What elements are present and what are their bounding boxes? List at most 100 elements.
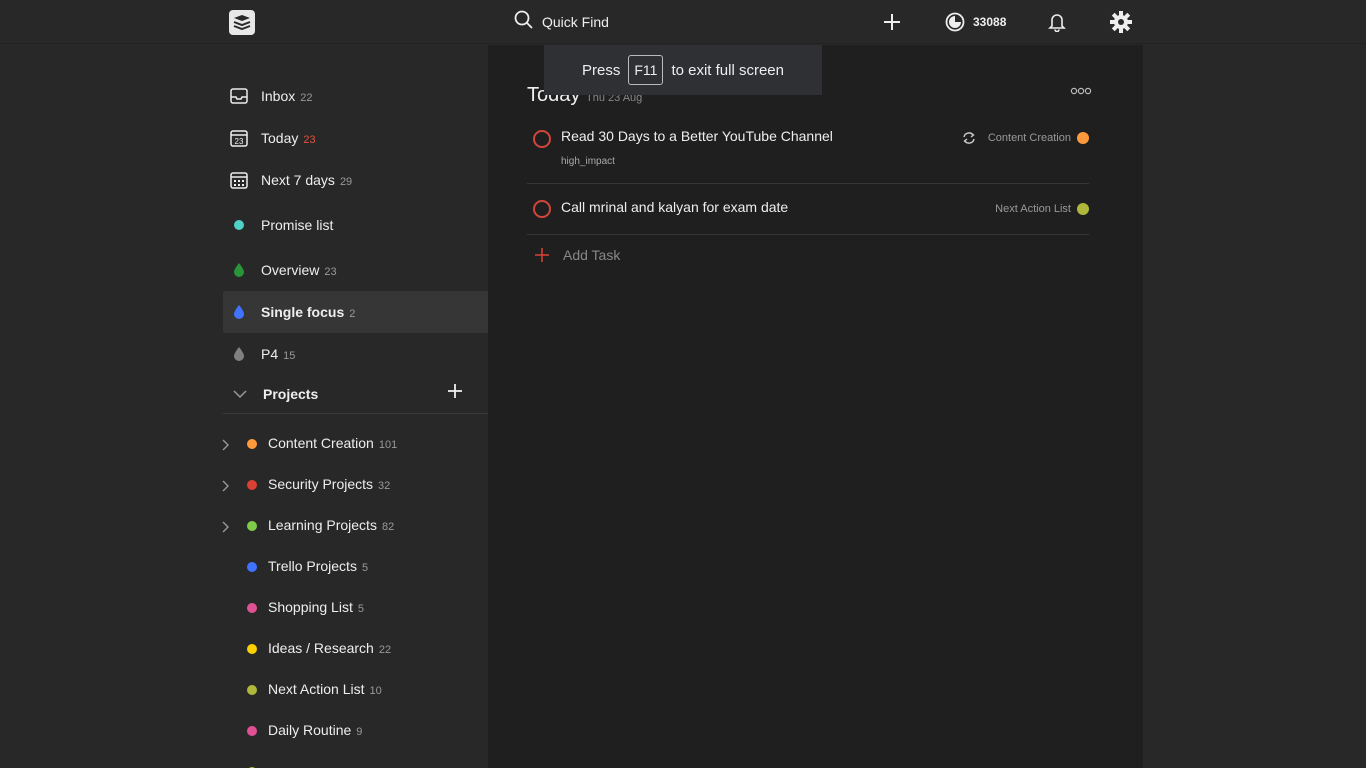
- item-count: 23: [324, 266, 337, 278]
- settings-button[interactable]: [1109, 10, 1133, 34]
- plus-icon: [448, 384, 462, 398]
- sidebar-item-single-focus[interactable]: Single focus 2: [223, 291, 488, 333]
- project-label: Security Projects: [268, 476, 374, 492]
- calendar-week-icon: [229, 170, 249, 190]
- project-item-next-action-list[interactable]: Next Action List 10: [218, 671, 488, 709]
- item-count: 32: [378, 480, 391, 492]
- sidebar-item-label: Next 7 days: [261, 172, 335, 188]
- project-color-dot: [247, 685, 257, 695]
- karma-score: 33088: [973, 15, 1007, 29]
- item-count: 22: [378, 644, 392, 656]
- plus-icon: [535, 248, 549, 262]
- project-label: Learning Projects: [268, 517, 377, 533]
- item-count: 10: [369, 685, 382, 697]
- task-label-tag[interactable]: high_impact: [561, 156, 615, 167]
- task-item[interactable]: Call mrinal and kalyan for exam date Nex…: [527, 184, 1089, 235]
- item-count: 101: [378, 439, 398, 451]
- task-checkbox[interactable]: [533, 130, 551, 148]
- project-color-dot: [247, 480, 257, 490]
- item-count: 9: [356, 726, 363, 738]
- project-item-security-projects[interactable]: Security Projects 32: [218, 466, 488, 504]
- item-count: 2: [349, 308, 356, 320]
- project-color-dot: [1077, 132, 1089, 144]
- task-content[interactable]: Read 30 Days to a Better YouTube Channel: [561, 128, 833, 144]
- karma-button[interactable]: 33088: [945, 10, 1006, 34]
- task-item[interactable]: Read 30 Days to a Better YouTube Channel…: [527, 118, 1089, 184]
- project-item-content-creation[interactable]: Content Creation 101: [218, 425, 488, 463]
- quick-find-search[interactable]: Quick Find: [514, 10, 609, 34]
- bell-icon: [1048, 14, 1066, 32]
- project-label: Shopping List: [268, 599, 353, 615]
- project-item-ideas-research[interactable]: Ideas / Research 22: [218, 630, 488, 668]
- item-count: 82: [381, 521, 395, 533]
- project-item-partial[interactable]: [218, 753, 488, 768]
- add-project-button[interactable]: [447, 383, 463, 404]
- chevron-right-icon[interactable]: [221, 479, 229, 497]
- project-color-dot: [247, 726, 257, 736]
- karma-icon: [945, 12, 965, 32]
- project-label: Ideas / Research: [268, 640, 374, 656]
- sidebar-item-label: Overview: [261, 262, 320, 278]
- today-day-number: 23: [235, 137, 244, 146]
- project-label: Next Action List: [268, 681, 365, 697]
- calendar-today-icon: 23: [229, 128, 249, 148]
- sidebar-item-label: Single focus: [261, 304, 345, 320]
- project-color-dot: [247, 644, 257, 654]
- item-count: 29: [339, 176, 353, 188]
- project-item-trello-projects[interactable]: Trello Projects 5: [218, 548, 488, 586]
- task-project-name: Content Creation: [987, 132, 1071, 144]
- item-count: 23: [303, 134, 316, 146]
- sidebar-item-label: P4: [261, 346, 279, 362]
- task-project[interactable]: Next Action List: [995, 203, 1089, 215]
- sidebar-item-label: Inbox: [261, 88, 296, 104]
- chevron-right-icon[interactable]: [221, 438, 229, 456]
- projects-header: Projects: [223, 373, 488, 414]
- toast-key: F11: [628, 55, 664, 85]
- drop-icon: [229, 344, 249, 364]
- quick-add-button[interactable]: [880, 10, 904, 34]
- projects-title[interactable]: Projects: [263, 386, 318, 402]
- recurring-icon: [963, 132, 975, 144]
- top-bar: Quick Find 33088: [0, 0, 1366, 44]
- project-label: Content Creation: [268, 435, 374, 451]
- project-item-learning-projects[interactable]: Learning Projects 82: [218, 507, 488, 545]
- sidebar-item-inbox[interactable]: Inbox 22: [223, 75, 488, 117]
- notifications-button[interactable]: [1045, 10, 1069, 34]
- right-gutter: [1143, 45, 1366, 768]
- fullscreen-toast: Press F11 to exit full screen: [544, 45, 822, 95]
- task-content[interactable]: Call mrinal and kalyan for exam date: [561, 199, 788, 215]
- sidebar-item-label: Promise list: [261, 217, 334, 233]
- task-project[interactable]: Content Creation: [962, 131, 1089, 145]
- add-task-button[interactable]: Add Task: [527, 243, 620, 267]
- sidebar-item-overview[interactable]: Overview 23: [223, 249, 488, 291]
- item-count: 15: [283, 350, 296, 362]
- project-color-dot: [247, 562, 257, 572]
- add-task-label: Add Task: [563, 247, 621, 263]
- sidebar-item-today[interactable]: 23 Today 23: [223, 117, 488, 159]
- more-icon: [1070, 87, 1092, 95]
- project-item-shopping-list[interactable]: Shopping List 5: [218, 589, 488, 627]
- task-checkbox[interactable]: [533, 200, 551, 218]
- project-color-dot: [247, 439, 257, 449]
- sidebar-item-next-7-days[interactable]: Next 7 days 29: [223, 159, 488, 201]
- drop-icon: [229, 260, 249, 280]
- project-color-dot: [1077, 203, 1089, 215]
- sidebar-item-promise-list[interactable]: Promise list: [223, 204, 488, 246]
- plus-icon: [884, 14, 900, 30]
- inbox-icon: [229, 86, 249, 106]
- more-options-button[interactable]: [1070, 83, 1092, 101]
- task-project-name: Next Action List: [995, 203, 1071, 215]
- project-label: Daily Routine: [268, 722, 352, 738]
- project-item-daily-routine[interactable]: Daily Routine 9: [218, 712, 488, 750]
- project-label: Trello Projects: [268, 558, 357, 574]
- gear-icon: [1110, 11, 1132, 33]
- sidebar-item-p4[interactable]: P4 15: [223, 333, 488, 375]
- item-count: 5: [361, 562, 369, 574]
- todoist-logo-icon[interactable]: [229, 10, 255, 35]
- toast-rest-text: to exit full screen: [671, 61, 784, 79]
- drop-icon: [229, 302, 249, 322]
- chevron-down-icon[interactable]: [233, 386, 247, 404]
- chevron-right-icon[interactable]: [221, 520, 229, 538]
- quick-find-label: Quick Find: [542, 14, 609, 30]
- search-icon: [514, 10, 534, 35]
